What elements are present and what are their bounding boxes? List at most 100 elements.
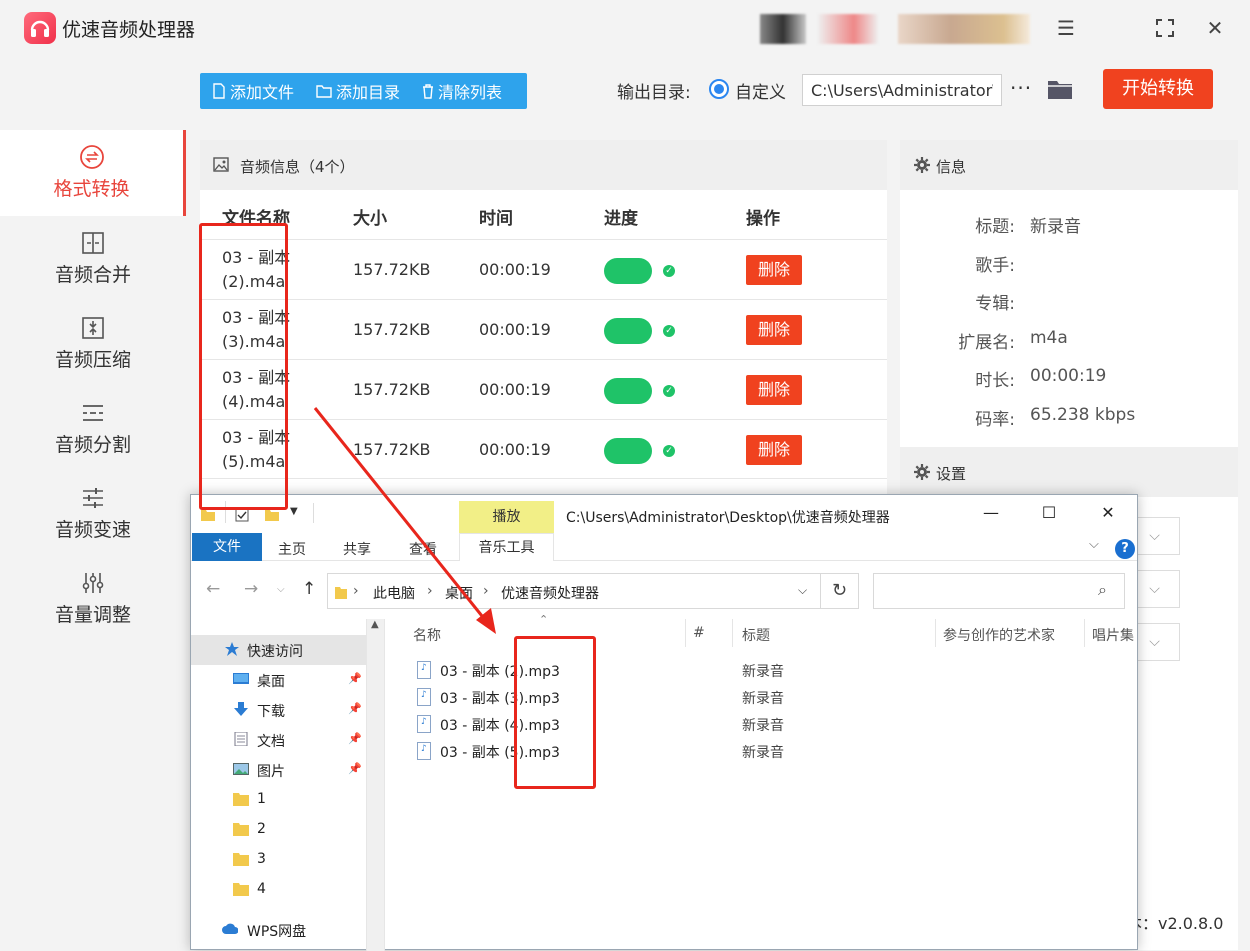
breadcrumb-separator: › <box>353 583 359 599</box>
progress-bar <box>604 318 652 344</box>
play-contextual-tab[interactable]: 播放 <box>459 501 554 533</box>
minimize-icon[interactable]: — <box>977 503 1005 527</box>
address-bar[interactable]: › 此电脑 › 桌面 › 优速音频处理器 ⌵ <box>327 573 821 609</box>
sidebar-item-compress[interactable]: 音频压缩 <box>0 301 186 387</box>
annotation-box-mp3 <box>514 636 596 789</box>
sidebar-item-speed[interactable]: 音频变速 <box>0 471 186 557</box>
open-folder-icon[interactable] <box>1047 78 1073 104</box>
folder-icon[interactable] <box>265 509 279 521</box>
desktop-icon <box>233 673 249 684</box>
recent-locations-icon[interactable]: ⌵ <box>277 584 285 595</box>
tab-file[interactable]: 文件 <box>192 533 262 561</box>
nav-item-label: 2 <box>257 821 266 837</box>
sidebar-item-format-convert[interactable]: 格式转换 <box>0 130 186 216</box>
audio-panel-header: 音频信息（4个） <box>200 140 887 190</box>
nav-item-folder-3[interactable]: 3 <box>191 845 366 875</box>
sidebar-item-merge[interactable]: 音频合并 <box>0 216 186 302</box>
sidebar-item-volume[interactable]: 音量调整 <box>0 556 186 642</box>
pin-icon[interactable]: 📌 <box>348 732 362 745</box>
delete-button[interactable]: 删除 <box>746 435 802 465</box>
nav-item-downloads[interactable]: 下载 📌 <box>191 695 366 725</box>
more-options-button[interactable]: ··· <box>1010 76 1032 100</box>
nav-item-folder-4[interactable]: 4 <box>191 875 366 905</box>
tab-view[interactable]: 查看 <box>409 539 437 559</box>
tab-share[interactable]: 共享 <box>343 539 371 559</box>
quick-access-dropdown-icon[interactable]: ▼ <box>290 506 298 517</box>
time-cell: 00:00:19 <box>479 380 551 399</box>
checkbox-icon[interactable] <box>235 508 249 522</box>
help-icon[interactable]: ? <box>1115 539 1135 559</box>
column-header-album[interactable]: 唱片集 <box>1092 625 1134 645</box>
gear-icon <box>914 157 930 173</box>
up-arrow-icon[interactable]: ↑ <box>302 579 316 599</box>
info-key: 专辑: <box>975 294 1015 314</box>
column-header-number[interactable]: # <box>693 625 705 641</box>
file-list-item[interactable]: ♪ 03 - 副本 (3).mp3 新录音 <box>415 685 815 712</box>
nav-item-documents[interactable]: 文档 📌 <box>191 725 366 755</box>
breadcrumb-folder[interactable]: 优速音频处理器 <box>501 583 599 603</box>
add-file-button[interactable]: 添加文件 <box>200 73 304 109</box>
file-list-item[interactable]: ♪ 03 - 副本 (4).mp3 新录音 <box>415 712 815 739</box>
check-icon: ✓ <box>663 265 675 277</box>
breadcrumb-this-pc[interactable]: 此电脑 <box>373 583 415 603</box>
maximize-icon[interactable] <box>1151 14 1179 42</box>
close-icon[interactable]: ✕ <box>1201 14 1229 42</box>
nav-item-label: 4 <box>257 881 266 897</box>
start-convert-button[interactable]: 开始转换 <box>1103 69 1213 109</box>
nav-pane-scrollbar[interactable]: ▲ <box>366 619 385 951</box>
refresh-icon[interactable]: ↻ <box>821 573 859 609</box>
tab-music-tools[interactable]: 音乐工具 <box>459 533 554 561</box>
column-header-title[interactable]: 标题 <box>742 625 770 645</box>
delete-button[interactable]: 删除 <box>746 315 802 345</box>
maximize-icon[interactable]: ☐ <box>1035 503 1063 527</box>
file-list-item[interactable]: ♪ 03 - 副本 (2).mp3 新录音 <box>415 658 815 685</box>
delete-button[interactable]: 删除 <box>746 375 802 405</box>
custom-radio-label[interactable]: 自定义 <box>735 78 786 103</box>
forward-arrow-icon[interactable]: → <box>244 579 258 599</box>
clear-list-button[interactable]: 清除列表 <box>410 73 512 109</box>
nav-item-quick-access[interactable]: 快速访问 <box>191 635 366 665</box>
info-value: 65.238 kbps <box>1030 405 1136 425</box>
nav-item-desktop[interactable]: 桌面 📌 <box>191 665 366 695</box>
folder-icon <box>233 883 249 896</box>
info-value: m4a <box>1030 328 1068 348</box>
info-key: 扩展名: <box>958 333 1015 353</box>
back-arrow-icon[interactable]: ← <box>206 579 220 599</box>
table-row: 03 - 副本 (4).m4a 157.72KB 00:00:19 ✓ 删除 <box>200 359 887 419</box>
delete-button[interactable]: 删除 <box>746 255 802 285</box>
split-icon <box>83 405 103 421</box>
column-separator[interactable] <box>935 619 936 647</box>
pin-icon[interactable]: 📌 <box>348 762 362 775</box>
close-icon[interactable]: ✕ <box>1094 503 1122 527</box>
breadcrumb-desktop[interactable]: 桌面 <box>445 583 473 603</box>
output-path-input[interactable] <box>802 74 1002 106</box>
table-row: 03 - 副本 (2).m4a 157.72KB 00:00:19 ✓ 删除 <box>200 239 887 299</box>
column-header-time: 时间 <box>479 209 513 229</box>
nav-item-wps-cloud[interactable]: WPS网盘 <box>191 915 366 945</box>
info-key: 码率: <box>975 410 1015 430</box>
sidebar-item-label: 音频压缩 <box>54 349 131 371</box>
address-dropdown-icon[interactable]: ⌵ <box>798 583 807 598</box>
nav-item-folder-2[interactable]: 2 <box>191 815 366 845</box>
pin-icon[interactable]: 📌 <box>348 672 362 685</box>
nav-item-pictures[interactable]: 图片 📌 <box>191 755 366 785</box>
scroll-up-icon[interactable]: ▲ <box>371 619 379 630</box>
volume-icon <box>82 573 104 593</box>
folder-icon <box>233 823 249 836</box>
search-input[interactable]: ⌕ <box>873 573 1125 609</box>
column-separator[interactable] <box>1084 619 1085 647</box>
custom-radio[interactable] <box>709 79 729 99</box>
column-header-name[interactable]: 名称 <box>413 625 441 645</box>
ribbon-expand-icon[interactable]: ⌵ <box>1089 537 1099 552</box>
sidebar-item-split[interactable]: 音频分割 <box>0 386 186 472</box>
tab-home[interactable]: 主页 <box>278 539 306 559</box>
add-directory-button[interactable]: 添加目录 <box>304 73 410 109</box>
check-icon: ✓ <box>663 325 675 337</box>
column-header-artists[interactable]: 参与创作的艺术家 <box>943 625 1055 645</box>
file-list-item[interactable]: ♪ 03 - 副本 (5).mp3 新录音 <box>415 739 815 766</box>
column-separator[interactable] <box>685 619 686 647</box>
nav-item-folder-1[interactable]: 1 <box>191 785 366 815</box>
pin-icon[interactable]: 📌 <box>348 702 362 715</box>
column-separator[interactable] <box>732 619 733 647</box>
menu-icon[interactable]: ☰ <box>1052 14 1080 42</box>
